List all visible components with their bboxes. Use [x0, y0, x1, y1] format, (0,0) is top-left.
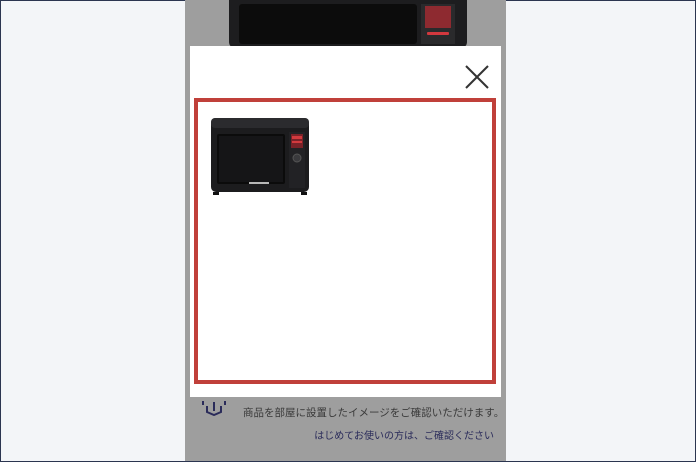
background-product-image: [229, 0, 467, 48]
highlighted-content-area: [194, 98, 496, 384]
oven-door: [239, 4, 417, 44]
ar-description: 商品を部屋に設置したイメージをご確認いただけます。: [243, 407, 505, 419]
image-modal: [190, 46, 501, 397]
first-time-guide-link[interactable]: はじめてお使いの方は、ご確認ください: [314, 427, 494, 442]
close-icon[interactable]: [463, 63, 491, 91]
ar-view-section: 商品を部屋に設置したイメージをご確認いただけます。 はじめてお使いの方は、ご確認…: [185, 392, 506, 442]
product-thumbnail[interactable]: [209, 112, 313, 198]
oven-control-panel: [421, 4, 455, 44]
